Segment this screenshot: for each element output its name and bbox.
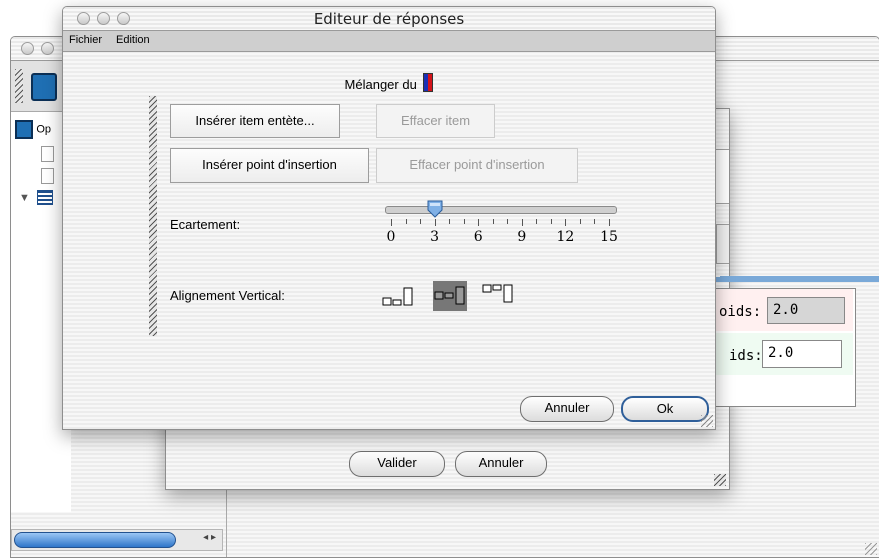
annuler-button[interactable]: Annuler [455, 451, 547, 477]
close-window-button[interactable] [21, 42, 34, 55]
insert-point-button[interactable]: Insérer point d'insertion [170, 148, 369, 183]
tree-root-label: Op [36, 123, 52, 136]
menu-edition[interactable]: Edition [116, 34, 150, 46]
slider-tick-label: 15 [600, 229, 618, 245]
toolbar-grip[interactable] [15, 69, 23, 103]
resize-grip-icon[interactable] [714, 474, 726, 486]
poids-label-1: oids: [719, 304, 762, 320]
editor-window: Editeur de réponses Fichier Edition Méla… [62, 6, 716, 430]
list-icon[interactable] [37, 190, 53, 205]
editor-titlebar: Editeur de réponses [63, 7, 715, 31]
delete-item-button[interactable]: Effacer item [376, 104, 495, 138]
slider-tick [550, 219, 552, 224]
align-top-option[interactable] [481, 281, 515, 309]
menu-fichier[interactable]: Fichier [69, 34, 102, 46]
slider-tick [521, 219, 523, 226]
slider-tick [609, 219, 610, 226]
slider-tick [420, 219, 422, 224]
slider-tick-label: 0 [386, 229, 396, 245]
right-blue-strip [720, 276, 879, 282]
bottom-right-panel [716, 224, 729, 264]
slider-tick [449, 219, 451, 224]
poids-field-2[interactable]: 2.0 [762, 340, 842, 368]
slider-tick [463, 219, 465, 224]
slider-thumb[interactable] [427, 200, 443, 218]
document-icon[interactable] [41, 168, 54, 184]
slider-tick [391, 219, 392, 226]
window-title: Editeur de réponses [313, 10, 465, 28]
align-top-icon [482, 284, 513, 303]
resize-grip-icon[interactable] [865, 543, 877, 555]
disclosure-triangle-icon[interactable]: ▼ [19, 192, 30, 204]
document-icon[interactable] [41, 146, 54, 162]
align-bottom-option[interactable] [381, 282, 415, 310]
minimize-window-button[interactable] [41, 42, 54, 55]
scrollbar-thumb[interactable] [14, 532, 176, 548]
slider-tick [594, 219, 596, 224]
valider-button[interactable]: Valider [349, 451, 445, 477]
flag-icon [423, 73, 434, 92]
notebook-icon[interactable] [31, 73, 57, 101]
poids-label-2: ids: [729, 348, 763, 364]
slider-tick-label: 9 [517, 229, 527, 245]
resize-grip-icon[interactable] [701, 415, 713, 427]
slider-tick [478, 219, 480, 226]
slider-tick [507, 219, 509, 224]
align-bottom-icon [382, 287, 413, 306]
slider-track [385, 206, 617, 214]
vertical-alignment-label: Alignement Vertical: [170, 288, 285, 303]
slider-tick [579, 219, 581, 224]
insert-header-item-button[interactable]: Insérer item entète... [170, 104, 340, 138]
scroll-arrows[interactable]: ◂ ▸ [203, 532, 216, 543]
slider-tick [565, 219, 567, 226]
slider-tick [405, 219, 407, 224]
slider-tick-label: 12 [556, 229, 575, 245]
slider-tick [492, 219, 494, 224]
header-label: Mélanger du [344, 77, 417, 92]
spacing-label: Ecartement: [170, 217, 241, 232]
spacing-slider[interactable]: 0 3 6 9 12 15 [385, 199, 618, 269]
slider-tick [536, 219, 538, 224]
panel-grip[interactable] [149, 96, 157, 336]
align-center-option[interactable] [433, 281, 467, 311]
horizontal-scrollbar[interactable]: ◂ ▸ [11, 529, 223, 551]
ok-button[interactable]: Ok [621, 396, 709, 422]
menu-bar: Fichier Edition [63, 31, 715, 52]
notebook-icon [15, 120, 33, 139]
header-label-group: Mélanger du [63, 73, 715, 92]
tree-root[interactable]: Op [15, 120, 51, 139]
slider-tick [434, 219, 436, 226]
slider-tick-label: 6 [473, 229, 483, 245]
align-center-icon [434, 286, 465, 305]
delete-point-button[interactable]: Effacer point d'insertion [376, 148, 578, 183]
poids-field-1[interactable]: 2.0 [767, 297, 845, 324]
cancel-button[interactable]: Annuler [520, 396, 614, 422]
slider-tick-label: 3 [430, 229, 440, 245]
